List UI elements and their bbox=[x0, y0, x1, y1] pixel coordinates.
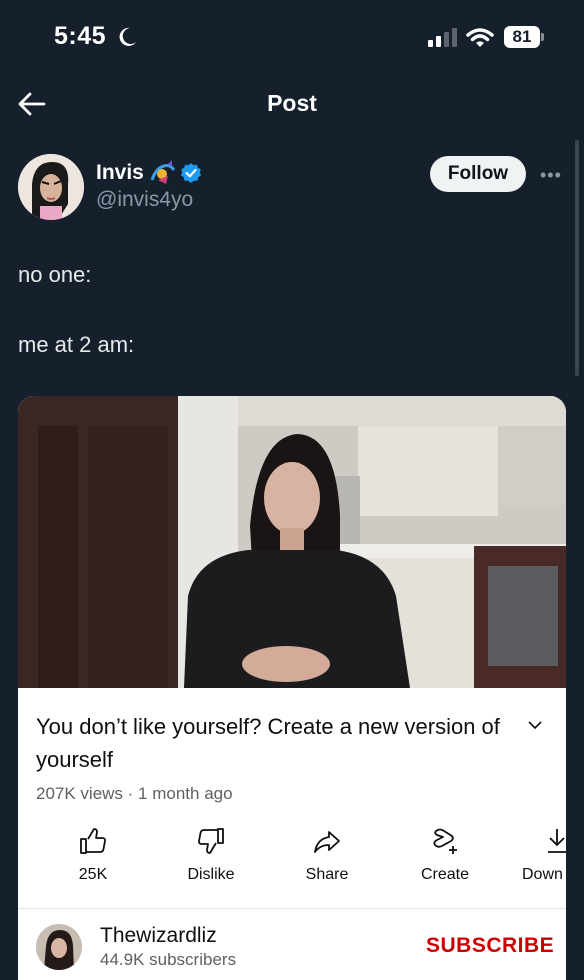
author-name[interactable]: Invis bbox=[96, 161, 144, 185]
follow-button[interactable]: Follow bbox=[430, 156, 526, 192]
video-title[interactable]: You don’t like yourself? Create a new ve… bbox=[36, 710, 506, 776]
verified-badge-icon bbox=[180, 163, 201, 183]
wifi-icon bbox=[466, 28, 494, 47]
moon-icon bbox=[119, 27, 136, 46]
author-name-row: Invis bbox=[96, 160, 202, 186]
video-meta: 207K views · 1 month ago bbox=[36, 784, 233, 803]
author-avatar[interactable] bbox=[18, 154, 84, 220]
download-button[interactable]: Down bbox=[510, 826, 566, 884]
character-emoji-icon bbox=[150, 160, 176, 184]
like-button[interactable]: 25K bbox=[48, 826, 138, 884]
dislike-button[interactable]: Dislike bbox=[166, 826, 256, 884]
download-label: Down bbox=[522, 866, 563, 883]
post-text-line-2: me at 2 am: bbox=[18, 332, 135, 357]
create-button[interactable]: Create bbox=[400, 826, 490, 884]
share-icon bbox=[314, 831, 340, 853]
page-title: Post bbox=[267, 90, 317, 116]
battery-indicator: 81 bbox=[504, 26, 540, 48]
create-icon bbox=[433, 828, 457, 854]
author-handle[interactable]: @invis4yo bbox=[96, 188, 193, 212]
scrollbar[interactable] bbox=[575, 140, 579, 376]
chevron-down-icon[interactable] bbox=[526, 716, 544, 734]
subscribe-button[interactable]: SUBSCRIBE bbox=[426, 934, 554, 958]
dislike-icon bbox=[198, 828, 224, 854]
battery-nub bbox=[541, 33, 544, 41]
more-options-icon[interactable]: ••• bbox=[540, 165, 562, 186]
share-button[interactable]: Share bbox=[282, 826, 372, 884]
download-icon bbox=[548, 829, 566, 853]
channel-avatar[interactable] bbox=[36, 924, 82, 970]
subscriber-count: 44.9K subscribers bbox=[100, 950, 237, 969]
video-actions: 25K Dislike Share Create Down bbox=[18, 826, 566, 896]
post-header: Post bbox=[0, 74, 584, 134]
share-label: Share bbox=[305, 866, 349, 883]
status-time: 5:45 bbox=[54, 22, 107, 50]
like-icon bbox=[80, 828, 106, 854]
like-count: 25K bbox=[78, 866, 108, 883]
video-thumbnail[interactable] bbox=[18, 396, 566, 688]
signal-icon bbox=[428, 28, 457, 47]
dislike-label: Dislike bbox=[187, 866, 235, 883]
embedded-media-card[interactable]: You don’t like yourself? Create a new ve… bbox=[18, 396, 566, 980]
divider bbox=[18, 908, 566, 909]
post-text-line-1: no one: bbox=[18, 262, 92, 287]
channel-name[interactable]: Thewizardliz bbox=[100, 924, 217, 948]
status-bar: 5:45 81 bbox=[0, 0, 584, 74]
create-label: Create bbox=[420, 866, 470, 883]
